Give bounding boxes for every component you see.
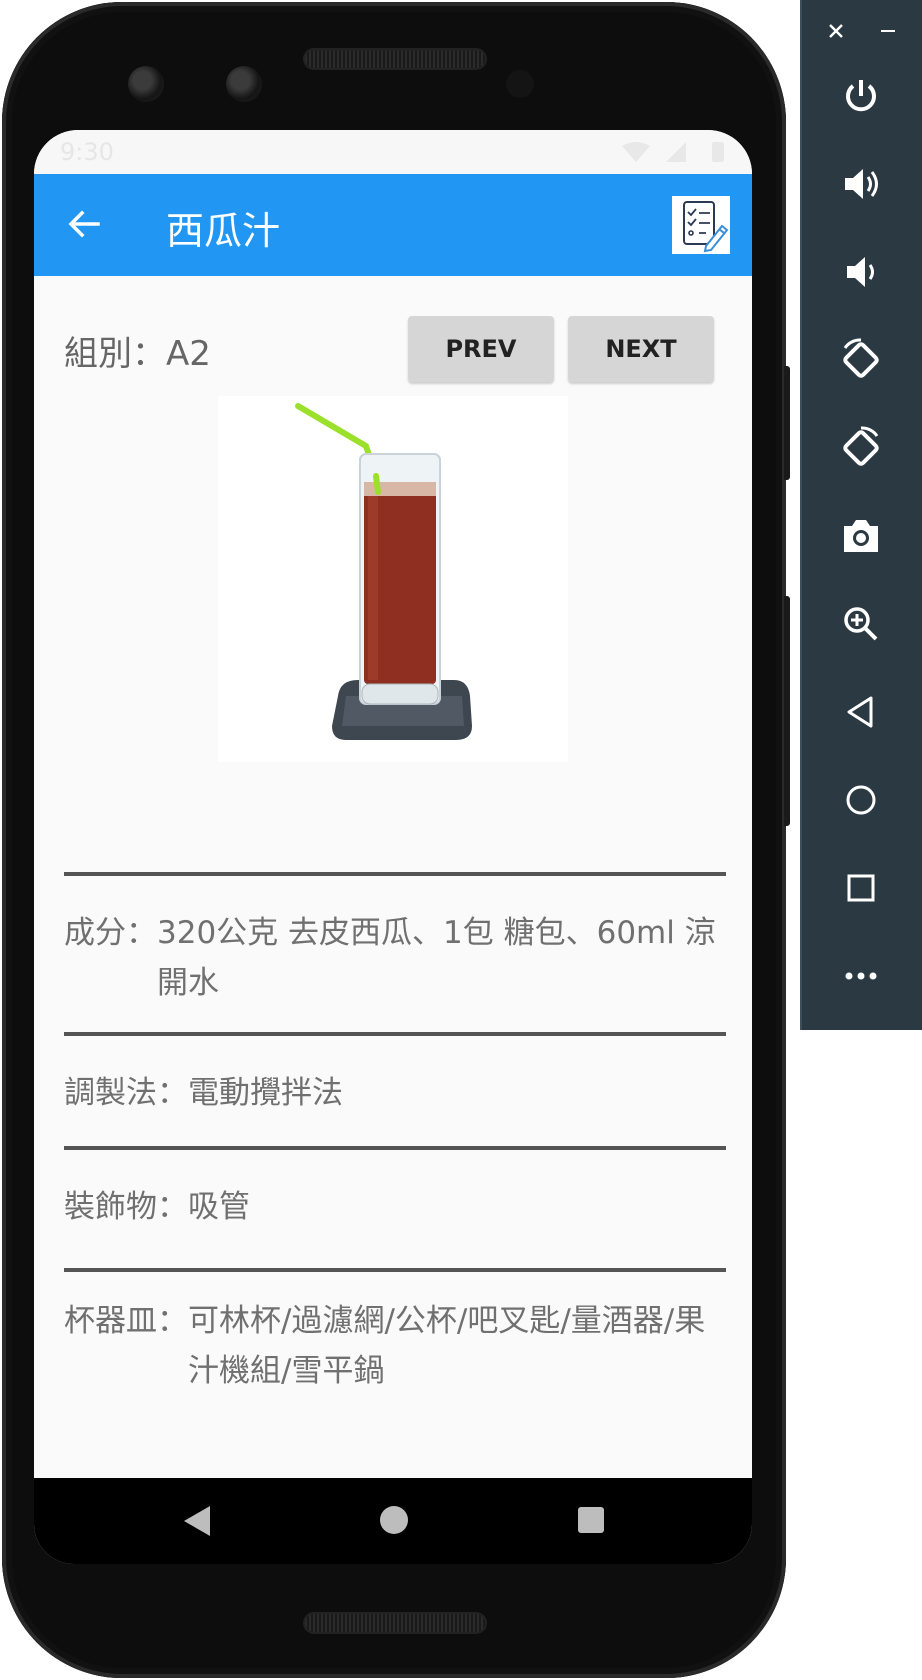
status-time: 9:30 — [60, 138, 114, 166]
prev-button[interactable]: PREV — [408, 316, 554, 382]
power-icon[interactable] — [800, 66, 922, 126]
overview-icon[interactable] — [800, 858, 922, 918]
ingredients-label: 成分： — [64, 915, 157, 951]
emulator-toolbar — [800, 0, 922, 1030]
next-button[interactable]: NEXT — [568, 316, 714, 382]
rotate-right-icon[interactable] — [800, 418, 922, 478]
ingredients-row: 成分： 320公克 去皮西瓜、1包 糖包、60ml 涼開水 — [64, 908, 726, 1008]
top-speaker — [305, 50, 485, 68]
glassware-value: 可林杯/過濾網/公杯/吧叉匙/量酒器/果汁機組/雪平鍋 — [188, 1303, 706, 1389]
garnish-value: 吸管 — [188, 1189, 250, 1225]
home-icon[interactable] — [800, 770, 922, 830]
volume-down-icon[interactable] — [800, 242, 922, 302]
glassware-label: 杯器皿： — [64, 1303, 188, 1339]
camera-icon[interactable] — [800, 506, 922, 566]
divider — [64, 872, 726, 876]
status-icons — [620, 140, 730, 170]
bottom-speaker — [305, 1614, 485, 1632]
volume-up-icon[interactable] — [800, 154, 922, 214]
front-sensor — [226, 66, 262, 102]
recipe-detail: 組別：A2 PREV NEXT 成分： 320公克 去皮西瓜、1包 糖包、60m… — [34, 276, 752, 1408]
back-icon[interactable] — [800, 682, 922, 742]
recipe-checklist-icon[interactable] — [672, 196, 730, 254]
phone-screen: 9:30 西瓜汁 組別：A2 PREV NEXT 成分： 320公克 去皮西瓜、… — [34, 130, 752, 1564]
app-bar: 西瓜汁 — [34, 174, 752, 276]
divider — [64, 1268, 726, 1272]
garnish-row: 裝飾物： 吸管 — [64, 1182, 726, 1232]
ingredients-value: 320公克 去皮西瓜、1包 糖包、60ml 涼開水 — [157, 915, 716, 1001]
drink-image — [218, 396, 568, 762]
method-row: 調製法： 電動攪拌法 — [64, 1068, 726, 1118]
nav-recents-icon[interactable] — [578, 1507, 604, 1533]
minimize-icon[interactable] — [868, 14, 908, 48]
page-title: 西瓜汁 — [166, 209, 281, 253]
method-value: 電動攪拌法 — [188, 1075, 343, 1111]
divider — [64, 1146, 726, 1150]
group-label: 組別：A2 — [64, 334, 211, 374]
more-icon[interactable] — [800, 946, 922, 1006]
garnish-label: 裝飾物： — [64, 1189, 188, 1225]
power-side-button — [784, 366, 790, 480]
status-bar: 9:30 — [34, 130, 752, 174]
glassware-row: 杯器皿： 可林杯/過濾網/公杯/吧叉匙/量酒器/果汁機組/雪平鍋 — [64, 1296, 726, 1396]
front-camera — [128, 66, 164, 102]
close-icon[interactable] — [816, 14, 856, 48]
nav-home-icon[interactable] — [380, 1506, 408, 1534]
arrow-left-icon[interactable] — [64, 204, 104, 244]
volume-side-button — [784, 596, 790, 826]
proximity-sensor — [506, 70, 534, 98]
rotate-left-icon[interactable] — [800, 330, 922, 390]
nav-back-icon[interactable] — [184, 1506, 210, 1536]
system-nav-bar — [34, 1478, 752, 1564]
method-label: 調製法： — [64, 1075, 188, 1111]
divider — [64, 1032, 726, 1036]
zoom-icon[interactable] — [800, 594, 922, 654]
